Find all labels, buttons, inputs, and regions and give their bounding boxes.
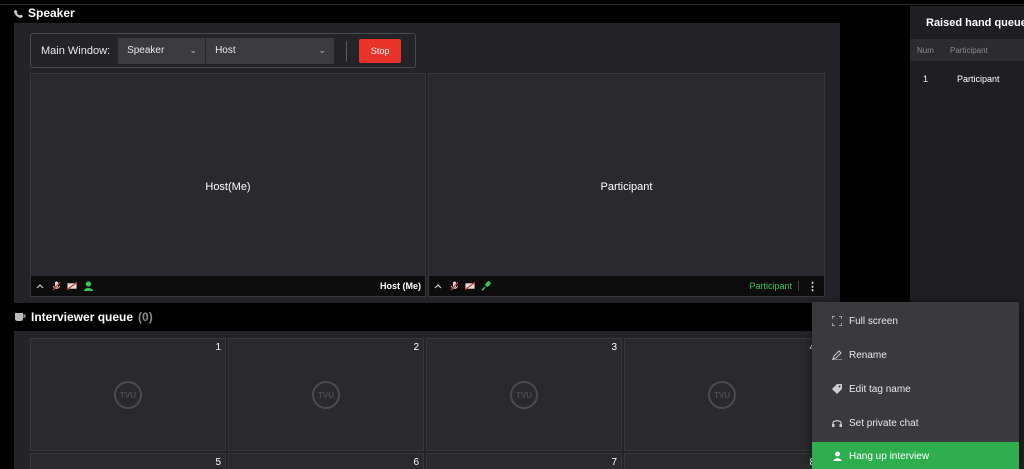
- queue-slot[interactable]: 1 TVU: [30, 338, 226, 451]
- chevron-up-icon[interactable]: [433, 281, 443, 291]
- mic-muted-icon[interactable]: [51, 281, 61, 291]
- queue-slot[interactable]: 7: [426, 453, 622, 469]
- svg-text:TVU: TVU: [714, 391, 730, 400]
- tile-context-menu: Full screen Rename Edit tag name Set pri…: [812, 302, 1019, 469]
- bar-divider: [798, 281, 799, 291]
- stop-button[interactable]: Stop: [359, 38, 402, 63]
- svg-text:TVU: TVU: [120, 391, 136, 400]
- tile-name-label: Host (Me): [380, 281, 421, 291]
- main-window-toolbar: Main Window: Speaker ⌄ Host ⌄ Stop: [30, 33, 416, 68]
- mic-muted-icon[interactable]: [449, 281, 459, 291]
- slot-number: 1: [215, 342, 221, 353]
- chevron-down-icon: ⌄: [189, 45, 198, 55]
- source-select[interactable]: Host ⌄: [206, 37, 335, 64]
- raised-hand-row[interactable]: 1 Participant: [910, 74, 1024, 84]
- fullscreen-icon: [832, 316, 842, 326]
- slot-number: 6: [413, 457, 419, 468]
- interviewer-queue-title-text: Interviewer queue: [31, 310, 134, 324]
- tile-name-label: Participant: [749, 281, 792, 291]
- view-mode-value: Speaker: [127, 45, 165, 56]
- tvu-logo-icon: TVU: [510, 380, 538, 409]
- slot-number: 2: [413, 342, 419, 353]
- participant-video-tile[interactable]: Participant Participant ⋮: [428, 73, 825, 297]
- menu-item-hang-up[interactable]: Hang up interview: [812, 442, 1019, 469]
- raised-hand-header: Num Participant: [910, 39, 1024, 61]
- tvu-logo-icon: TVU: [312, 380, 340, 409]
- menu-item-label: Set private chat: [849, 417, 919, 429]
- slot-number: 3: [611, 342, 617, 353]
- tvu-logo-icon: TVU: [114, 380, 142, 409]
- me-label: (Me): [402, 281, 422, 291]
- speaker-panel: Main Window: Speaker ⌄ Host ⌄ Stop Host(…: [14, 23, 840, 303]
- mic-active-icon[interactable]: [481, 281, 491, 291]
- toolbar-divider: [346, 40, 348, 61]
- speaker-title-text: Speaker: [28, 6, 75, 20]
- interviewer-queue-title: Interviewer queue (0): [14, 310, 153, 324]
- tile-center-label: Participant: [600, 181, 653, 193]
- menu-item-label: Full screen: [849, 315, 898, 327]
- menu-item-label: Hang up interview: [849, 450, 930, 462]
- svg-text:TVU: TVU: [318, 391, 334, 400]
- more-options-icon[interactable]: ⋮: [805, 280, 820, 293]
- user-icon: [83, 281, 93, 291]
- view-mode-select[interactable]: Speaker ⌄: [118, 37, 207, 64]
- queue-slot[interactable]: 2 TVU: [228, 338, 424, 451]
- pen-icon: [832, 350, 842, 360]
- menu-item-private-chat[interactable]: Set private chat: [812, 408, 1019, 438]
- headset-icon: [832, 418, 842, 428]
- interviewer-queue-panel: 1 TVU 2 TVU 3 TVU 4 TVU 5 6 7 8: [14, 331, 840, 469]
- column-num: Num: [917, 45, 934, 55]
- tag-icon: [832, 384, 842, 394]
- queue-slot[interactable]: 8: [624, 453, 820, 469]
- top-divider: [0, 4, 1024, 5]
- menu-item-rename[interactable]: Rename: [812, 340, 1019, 370]
- tile-status-bar: Host (Me): [31, 276, 425, 296]
- menu-item-edit-tag[interactable]: Edit tag name: [812, 374, 1019, 404]
- tile-center-label: Host(Me): [205, 181, 251, 193]
- cup-icon: [15, 313, 26, 321]
- chevron-up-icon[interactable]: [35, 281, 45, 291]
- svg-text:TVU: TVU: [516, 391, 532, 400]
- queue-slot[interactable]: 3 TVU: [426, 338, 622, 451]
- host-video-tile[interactable]: Host(Me) Host (Me): [30, 73, 426, 297]
- menu-item-label: Edit tag name: [849, 383, 911, 395]
- row-num: 1: [923, 74, 929, 84]
- host-label: Host: [380, 281, 403, 291]
- tile-status-bar: Participant ⋮: [429, 276, 824, 296]
- interviewer-queue-count: (0): [138, 310, 153, 324]
- queue-slot[interactable]: 5: [30, 453, 226, 469]
- tvu-logo-icon: TVU: [708, 380, 736, 409]
- queue-slot[interactable]: 6: [228, 453, 424, 469]
- main-window-label: Main Window:: [41, 44, 111, 57]
- chevron-down-icon: ⌄: [318, 45, 327, 55]
- menu-item-full-screen[interactable]: Full screen: [812, 306, 1019, 336]
- phone-icon: [14, 9, 23, 18]
- slot-number: 5: [215, 457, 221, 468]
- speaker-section-title: Speaker: [14, 6, 75, 20]
- slot-number: 7: [611, 457, 617, 468]
- user-icon: [832, 451, 842, 461]
- source-value: Host: [215, 45, 236, 56]
- column-participant: Participant: [950, 45, 988, 55]
- raised-hand-title: Raised hand queue: [926, 17, 1024, 29]
- queue-slot[interactable]: 4 TVU: [624, 338, 820, 451]
- row-participant: Participant: [957, 74, 1000, 84]
- camera-off-icon[interactable]: [465, 281, 475, 291]
- menu-item-label: Rename: [849, 349, 887, 361]
- camera-off-icon[interactable]: [67, 281, 77, 291]
